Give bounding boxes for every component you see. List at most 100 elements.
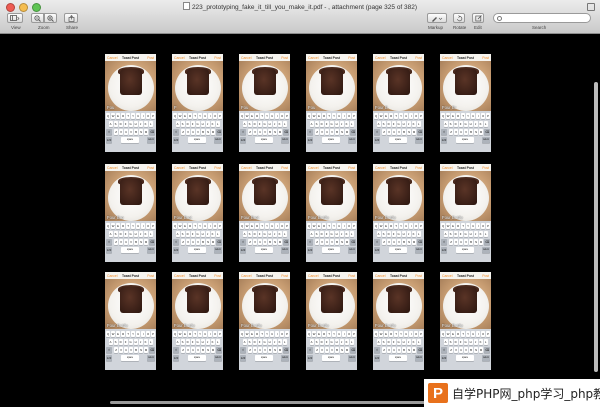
key[interactable]: Y bbox=[131, 113, 136, 119]
key[interactable]: Y bbox=[332, 113, 337, 119]
key[interactable]: T bbox=[193, 223, 198, 229]
key[interactable]: O bbox=[414, 331, 419, 337]
numbers-key[interactable]: 123 bbox=[173, 137, 179, 143]
shift-key[interactable]: ⇧ bbox=[106, 129, 112, 135]
key[interactable]: F bbox=[458, 339, 463, 345]
return-key[interactable]: return bbox=[214, 355, 222, 361]
page-thumbnail[interactable]: CancelToast PostPostFour BottleSea Salt Q… bbox=[105, 272, 156, 370]
space-key[interactable]: space bbox=[456, 355, 474, 361]
key[interactable]: C bbox=[459, 129, 464, 135]
key[interactable]: L bbox=[148, 231, 153, 237]
key[interactable]: P bbox=[352, 223, 357, 229]
key[interactable]: N bbox=[273, 347, 278, 353]
key[interactable]: S bbox=[448, 231, 453, 237]
key[interactable]: E bbox=[116, 113, 121, 119]
key[interactable]: K bbox=[143, 339, 148, 345]
key[interactable]: D bbox=[185, 121, 190, 127]
space-key[interactable]: space bbox=[188, 137, 206, 143]
key[interactable]: Q bbox=[307, 223, 312, 229]
key[interactable]: R bbox=[389, 331, 394, 337]
key[interactable]: O bbox=[213, 331, 218, 337]
key[interactable]: N bbox=[407, 129, 412, 135]
key[interactable]: M bbox=[479, 129, 484, 135]
key[interactable]: M bbox=[278, 129, 283, 135]
shift-key[interactable]: ⇧ bbox=[441, 239, 447, 245]
key[interactable]: P bbox=[218, 113, 223, 119]
key[interactable]: N bbox=[139, 239, 144, 245]
key[interactable]: Q bbox=[240, 223, 245, 229]
delete-key[interactable]: ⌫ bbox=[484, 129, 490, 135]
key[interactable]: E bbox=[384, 331, 389, 337]
key[interactable]: F bbox=[257, 121, 262, 127]
key[interactable]: G bbox=[463, 121, 468, 127]
key[interactable]: I bbox=[141, 113, 146, 119]
return-key[interactable]: return bbox=[415, 355, 423, 361]
page-thumbnail[interactable]: Cancel Toast Post Post Four Bottle Q W E R T Y U I O… bbox=[373, 164, 424, 262]
key[interactable]: H bbox=[200, 231, 205, 237]
numbers-key[interactable]: 123 bbox=[307, 355, 313, 361]
key[interactable]: E bbox=[317, 113, 322, 119]
key[interactable]: I bbox=[476, 331, 481, 337]
return-key[interactable]: return bbox=[281, 355, 289, 361]
return-key[interactable]: return bbox=[214, 137, 222, 143]
key[interactable]: Z bbox=[181, 239, 186, 245]
key[interactable]: N bbox=[139, 129, 144, 135]
key[interactable]: J bbox=[205, 121, 210, 127]
key[interactable]: U bbox=[270, 331, 275, 337]
key[interactable]: Y bbox=[466, 223, 471, 229]
key[interactable]: K bbox=[344, 231, 349, 237]
vertical-scrollbar[interactable] bbox=[594, 82, 598, 372]
key[interactable]: B bbox=[335, 239, 340, 245]
key[interactable]: X bbox=[119, 239, 124, 245]
key[interactable]: O bbox=[481, 113, 486, 119]
key[interactable]: R bbox=[456, 223, 461, 229]
key[interactable]: M bbox=[412, 129, 417, 135]
key[interactable]: H bbox=[334, 121, 339, 127]
key[interactable]: K bbox=[210, 339, 215, 345]
key[interactable]: V bbox=[129, 129, 134, 135]
key[interactable]: U bbox=[337, 113, 342, 119]
space-key[interactable]: space bbox=[255, 247, 273, 253]
key[interactable]: K bbox=[277, 339, 282, 345]
key[interactable]: J bbox=[138, 339, 143, 345]
key[interactable]: U bbox=[203, 113, 208, 119]
key[interactable]: M bbox=[345, 129, 350, 135]
key[interactable]: O bbox=[414, 223, 419, 229]
key[interactable]: R bbox=[322, 113, 327, 119]
key[interactable]: P bbox=[486, 113, 491, 119]
key[interactable]: Q bbox=[374, 113, 379, 119]
key[interactable]: Y bbox=[198, 113, 203, 119]
key[interactable]: F bbox=[190, 231, 195, 237]
key[interactable]: J bbox=[205, 231, 210, 237]
key[interactable]: M bbox=[278, 239, 283, 245]
markup-button[interactable] bbox=[427, 13, 447, 23]
key[interactable]: O bbox=[347, 331, 352, 337]
key[interactable]: E bbox=[384, 223, 389, 229]
key[interactable]: G bbox=[329, 339, 334, 345]
key[interactable]: L bbox=[349, 121, 354, 127]
key[interactable]: O bbox=[213, 113, 218, 119]
key[interactable]: N bbox=[273, 129, 278, 135]
key[interactable]: B bbox=[469, 347, 474, 353]
key[interactable]: A bbox=[309, 121, 314, 127]
key[interactable]: R bbox=[121, 223, 126, 229]
key[interactable]: N bbox=[340, 129, 345, 135]
key[interactable]: L bbox=[483, 231, 488, 237]
page-thumbnail[interactable]: Cancel Toast Post Post F Q W E R T Y U I O P A S D F G H J K L… bbox=[172, 54, 223, 152]
key[interactable]: V bbox=[464, 129, 469, 135]
key[interactable]: R bbox=[188, 223, 193, 229]
space-key[interactable]: space bbox=[456, 247, 474, 253]
key[interactable]: U bbox=[136, 331, 141, 337]
key[interactable]: H bbox=[468, 231, 473, 237]
key[interactable]: T bbox=[260, 113, 265, 119]
key[interactable]: C bbox=[124, 347, 129, 353]
key[interactable]: W bbox=[446, 113, 451, 119]
key[interactable]: L bbox=[483, 121, 488, 127]
return-key[interactable]: return bbox=[415, 137, 423, 143]
key[interactable]: V bbox=[464, 347, 469, 353]
page-thumbnail[interactable]: Cancel Toast Post Post Four Brot Q W E R T Y U I O P A… bbox=[239, 164, 290, 262]
key[interactable]: D bbox=[252, 121, 257, 127]
key[interactable]: X bbox=[320, 239, 325, 245]
space-key[interactable]: space bbox=[389, 355, 407, 361]
key[interactable]: E bbox=[250, 331, 255, 337]
